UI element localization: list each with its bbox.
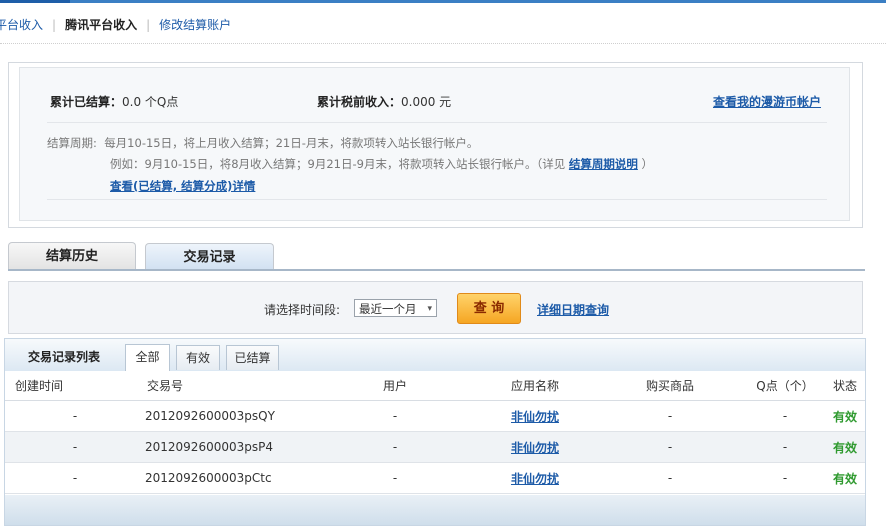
sub-nav: 平台收入 | 腾讯平台收入 | 修改结算账户 (0, 16, 231, 34)
top-accent-active (0, 0, 70, 3)
table-header-row: 创建时间 交易号 用户 应用名称 购买商品 Q点（个） 状态 (5, 371, 865, 401)
cell-app: 非仙勿扰 (475, 400, 595, 432)
example-text: 例如：9月10-15日，将8月收入结算；9月21日-9月末，将款项转入站长银行帐… (110, 157, 566, 171)
cell-item: - (595, 400, 745, 432)
example-end: ） (641, 157, 654, 171)
tab-settlement-history[interactable]: 结算历史 (8, 242, 136, 271)
cell-item: - (595, 462, 745, 494)
period-selected: 最近一个月 (359, 302, 417, 316)
pretax-total: 累计税前收入：0.000 元 (317, 93, 451, 110)
nav-item-platform-income[interactable]: 平台收入 (0, 18, 43, 32)
cell-user: - (315, 431, 475, 463)
cell-status: 有效 (825, 431, 865, 463)
list-title: 交易记录列表 (28, 350, 101, 364)
period-select[interactable]: 最近一个月 ▾ (354, 299, 437, 317)
cell-created: - (5, 400, 145, 432)
cell-points: - (745, 431, 825, 463)
advanced-date-query-link[interactable]: 详细日期查询 (537, 301, 609, 318)
cell-points: - (745, 400, 825, 432)
cell-user: - (315, 400, 475, 432)
list-header: 交易记录列表 全部 有效 已结算 (5, 339, 865, 371)
roaming-account-link[interactable]: 查看我的漫游币帐户 (713, 93, 821, 110)
query-button[interactable]: 查 询 (457, 293, 521, 324)
settled-total: 累计已结算：0.0 个Q点 (50, 93, 178, 110)
cell-item: - (595, 431, 745, 463)
settled-detail-link[interactable]: 查看(已结算, 结算分成)详情 (110, 179, 255, 193)
cycle-line: 结算周期: 每月10-15日，将上月收入结算；21日-月末，将款项转入站长银行帐… (47, 135, 478, 151)
col-points: Q点（个） (745, 371, 825, 401)
nav-separator: | (52, 18, 57, 32)
cell-status: 有效 (825, 462, 865, 494)
subtab-settled[interactable]: 已结算 (226, 345, 279, 370)
period-label: 请选择时间段: (264, 303, 341, 317)
col-created: 创建时间 (5, 371, 145, 401)
cell-app: 非仙勿扰 (475, 431, 595, 463)
col-user: 用户 (315, 371, 475, 401)
table-row: - 2012092600003psP4 - 非仙勿扰 - - 有效 (5, 431, 865, 463)
summary-divider-bottom (47, 199, 827, 200)
cell-created: - (5, 431, 145, 463)
nav-separator: | (146, 18, 151, 32)
cell-txn: 2012092600003pCtc (145, 462, 315, 494)
list-footer (5, 495, 865, 525)
cell-created: - (5, 462, 145, 494)
col-app: 应用名称 (475, 371, 595, 401)
col-txn: 交易号 (145, 371, 315, 401)
cell-txn: 2012092600003psQY (145, 400, 315, 432)
app-link[interactable]: 非仙勿扰 (511, 410, 559, 424)
detail-line: 查看(已结算, 结算分成)详情 (110, 178, 255, 194)
settled-value: 0.0 个Q点 (122, 95, 179, 109)
example-line: 例如：9月10-15日，将8月收入结算；9月21日-9月末，将款项转入站长银行帐… (110, 156, 653, 172)
settled-label: 累计已结算： (50, 95, 123, 109)
summary-divider (47, 122, 827, 123)
chevron-down-icon: ▾ (427, 304, 432, 314)
filter-bar: 请选择时间段: 最近一个月 ▾ 查 询 详细日期查询 (8, 281, 863, 334)
subtab-valid[interactable]: 有效 (176, 345, 220, 370)
cycle-label: 结算周期: (47, 136, 97, 150)
app-link[interactable]: 非仙勿扰 (511, 441, 559, 455)
cell-app: 非仙勿扰 (475, 462, 595, 494)
nav-item-edit-account[interactable]: 修改结算账户 (159, 18, 231, 32)
col-item: 购买商品 (595, 371, 745, 401)
pretax-value: 0.000 元 (401, 95, 452, 109)
cell-user: - (315, 462, 475, 494)
subtab-all[interactable]: 全部 (125, 344, 170, 371)
transaction-list: 交易记录列表 全部 有效 已结算 创建时间 交易号 用户 应用名称 购买商品 Q… (4, 338, 866, 526)
summary-panel: 累计已结算：0.0 个Q点 累计税前收入：0.000 元 查看我的漫游币帐户 结… (8, 62, 863, 228)
cycle-help-link[interactable]: 结算周期说明 (569, 157, 638, 171)
col-status: 状态 (825, 371, 865, 401)
tab-transaction-records[interactable]: 交易记录 (145, 243, 274, 271)
tab-underline (8, 269, 865, 271)
nav-divider (0, 43, 886, 44)
transaction-table: 创建时间 交易号 用户 应用名称 购买商品 Q点（个） 状态 - 2012092… (5, 371, 865, 494)
cell-points: - (745, 462, 825, 494)
table-row: - 2012092600003psQY - 非仙勿扰 - - 有效 (5, 400, 865, 432)
nav-item-tencent-income[interactable]: 腾讯平台收入 (65, 18, 137, 32)
table-row: - 2012092600003pCtc - 非仙勿扰 - - 有效 (5, 462, 865, 494)
app-link[interactable]: 非仙勿扰 (511, 472, 559, 486)
summary-box: 累计已结算：0.0 个Q点 累计税前收入：0.000 元 查看我的漫游币帐户 结… (19, 67, 850, 221)
cycle-text: 每月10-15日，将上月收入结算；21日-月末，将款项转入站长银行帐户。 (104, 136, 479, 150)
cell-status: 有效 (825, 400, 865, 432)
top-accent-bar (0, 0, 886, 3)
pretax-label: 累计税前收入： (317, 95, 402, 109)
cell-txn: 2012092600003psP4 (145, 431, 315, 463)
